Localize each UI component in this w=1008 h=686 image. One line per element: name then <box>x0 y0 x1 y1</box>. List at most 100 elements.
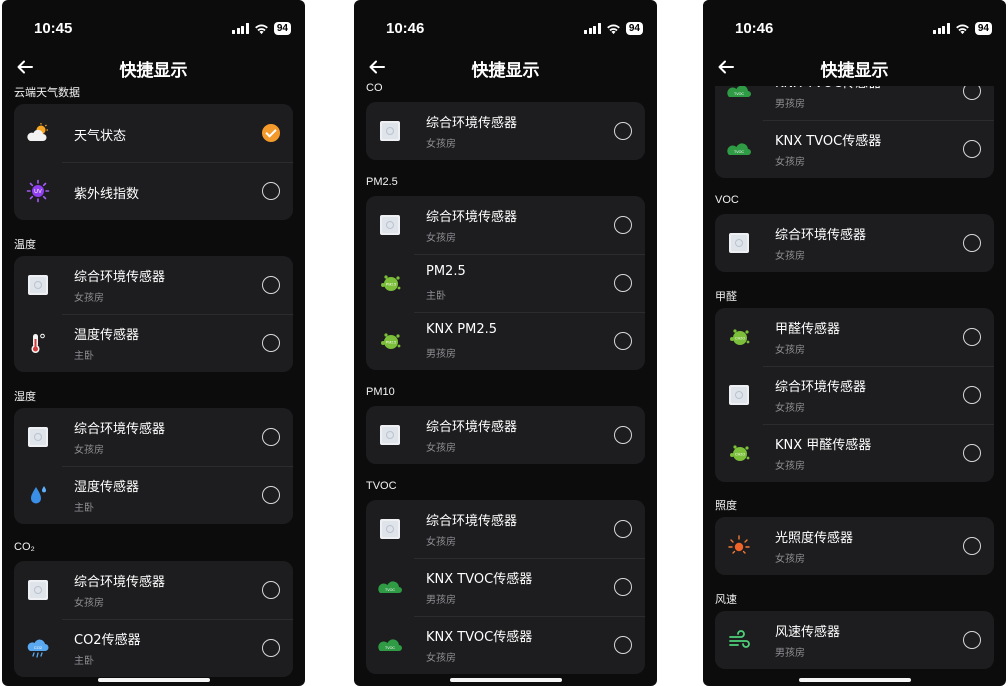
section-header: CO <box>366 82 383 94</box>
list-item[interactable]: 综合环境传感器 女孩房 <box>366 500 645 558</box>
list-item[interactable]: 综合环境传感器 女孩房 <box>14 408 293 466</box>
home-indicator[interactable] <box>97 678 210 682</box>
list-item[interactable]: 天气状态 <box>14 104 293 162</box>
thermometer-icon <box>31 333 45 353</box>
item-room: 男孩房 <box>775 99 805 110</box>
list-item[interactable]: TVOC KNX TVOC传感器 女孩房 <box>715 120 994 178</box>
item-room: 主卧 <box>426 291 446 302</box>
section-card: 风速传感器 男孩房 <box>715 611 994 669</box>
section-card: 综合环境传感器 女孩房 温度传感器 主卧 <box>14 256 293 372</box>
list-item[interactable]: 综合环境传感器 女孩房 <box>715 366 994 424</box>
tvoc-cloud-icon: TVOC <box>378 639 402 651</box>
item-title: 综合环境传感器 <box>74 270 166 285</box>
radio-button[interactable] <box>262 486 280 504</box>
item-title: 综合环境传感器 <box>775 228 867 243</box>
list-item[interactable]: 综合环境传感器 女孩房 <box>14 256 293 314</box>
item-room: 主卧 <box>74 503 94 514</box>
radio-button-selected[interactable] <box>262 124 280 142</box>
radio-button[interactable] <box>614 426 632 444</box>
radio-button[interactable] <box>262 581 280 599</box>
item-room: 女孩房 <box>74 445 104 456</box>
list-item[interactable]: CO2 CO2传感器 主卧 <box>14 619 293 677</box>
item-title: 甲醛传感器 <box>775 322 841 337</box>
radio-button[interactable] <box>262 639 280 657</box>
item-title: 综合环境传感器 <box>426 420 518 435</box>
radio-button[interactable] <box>262 182 280 200</box>
radio-button[interactable] <box>963 386 981 404</box>
radio-button[interactable] <box>963 234 981 252</box>
list-item[interactable]: 风速传感器 男孩房 <box>715 611 994 669</box>
settings-list[interactable]: TVOC KNX TVOC传感器 男孩房 TVOC KNX TVOC传感器 女孩… <box>703 0 1006 686</box>
radio-button[interactable] <box>963 444 981 462</box>
environment-sensor-icon <box>380 121 400 141</box>
uv-index-icon: UV <box>26 179 50 203</box>
list-item[interactable]: PM2.5 KNX PM2.5 男孩房 <box>366 312 645 370</box>
item-room: 女孩房 <box>775 345 805 356</box>
item-room: 女孩房 <box>426 233 456 244</box>
svg-text:CH2O: CH2O <box>735 337 745 341</box>
list-item[interactable]: PM2.5 PM2.5 主卧 <box>366 254 645 312</box>
co2-cloud-icon: CO2 <box>27 639 49 658</box>
item-room: 女孩房 <box>426 653 456 664</box>
radio-button[interactable] <box>614 216 632 234</box>
page-title: 快捷显示 <box>820 61 889 81</box>
item-title: 综合环境传感器 <box>426 116 518 131</box>
radio-button[interactable] <box>963 140 981 158</box>
radio-button[interactable] <box>963 537 981 555</box>
list-item[interactable]: CH2O 甲醛传感器 女孩房 <box>715 308 994 366</box>
list-item[interactable]: 综合环境传感器 女孩房 <box>366 406 645 464</box>
radio-button[interactable] <box>262 334 280 352</box>
environment-sensor-icon <box>729 385 749 405</box>
item-title: KNX 甲醛传感器 <box>775 438 872 453</box>
list-item[interactable]: CH2O KNX 甲醛传感器 女孩房 <box>715 424 994 482</box>
list-item[interactable]: 湿度传感器 主卧 <box>14 466 293 524</box>
item-room: 主卧 <box>74 351 94 362</box>
svg-text:PM2.5: PM2.5 <box>386 283 396 287</box>
environment-sensor-icon <box>380 215 400 235</box>
home-indicator[interactable] <box>449 678 562 682</box>
section-header: TVOC <box>366 480 397 492</box>
svg-text:PM2.5: PM2.5 <box>386 341 396 345</box>
radio-button[interactable] <box>262 428 280 446</box>
radio-button[interactable] <box>614 636 632 654</box>
radio-button[interactable] <box>614 122 632 140</box>
item-room: 男孩房 <box>426 349 456 360</box>
section-header: PM10 <box>366 386 395 398</box>
list-item[interactable]: UV 紫外线指数 <box>14 162 293 220</box>
list-item[interactable]: 综合环境传感器 女孩房 <box>14 561 293 619</box>
radio-button[interactable] <box>614 274 632 292</box>
section-header: 温度 <box>14 239 36 251</box>
list-item[interactable]: 综合环境传感器 女孩房 <box>366 196 645 254</box>
list-item[interactable]: 综合环境传感器 女孩房 <box>366 102 645 160</box>
phone-screen-2: 10:46 94 快捷显示 CO 综合环境传感器 女孩房 PM2.5 综合环境传… <box>354 0 657 686</box>
list-item[interactable]: 温度传感器 主卧 <box>14 314 293 372</box>
list-item[interactable]: 光照度传感器 女孩房 <box>715 517 994 575</box>
list-item[interactable]: TVOC KNX TVOC传感器 男孩房 <box>366 558 645 616</box>
wifi-icon <box>956 24 969 34</box>
section-header: PM2.5 <box>366 176 398 188</box>
radio-button[interactable] <box>963 631 981 649</box>
section-header: 照度 <box>715 500 737 512</box>
item-room: 女孩房 <box>775 157 805 168</box>
svg-text:TVOC: TVOC <box>734 92 744 96</box>
tvoc-cloud-icon: TVOC <box>378 581 402 593</box>
radio-button[interactable] <box>262 276 280 294</box>
item-room: 女孩房 <box>775 554 805 565</box>
radio-button[interactable] <box>614 578 632 596</box>
item-title: 综合环境传感器 <box>74 575 166 590</box>
radio-button[interactable] <box>963 328 981 346</box>
svg-text:UV: UV <box>34 189 42 195</box>
item-title: 综合环境传感器 <box>775 380 867 395</box>
status-bar: 10:46 94 <box>703 0 1006 52</box>
home-indicator[interactable] <box>798 678 911 682</box>
section-card: 天气状态 UV 紫外线指数 <box>14 104 293 220</box>
settings-list[interactable]: 云端天气数据 天气状态 UV 紫外线指数 温度 综合环境传感器 女孩房 温度传感… <box>2 0 305 686</box>
item-title: 风速传感器 <box>775 625 841 640</box>
section-card: 综合环境传感器 女孩房 CO2 CO2传感器 主卧 <box>14 561 293 677</box>
list-item[interactable]: TVOC KNX TVOC传感器 女孩房 <box>366 616 645 674</box>
settings-list[interactable]: CO 综合环境传感器 女孩房 PM2.5 综合环境传感器 女孩房 PM2.5 P… <box>354 0 657 686</box>
radio-button[interactable] <box>614 332 632 350</box>
radio-button[interactable] <box>614 520 632 538</box>
section-header: 风速 <box>715 594 737 606</box>
list-item[interactable]: 综合环境传感器 女孩房 <box>715 214 994 272</box>
